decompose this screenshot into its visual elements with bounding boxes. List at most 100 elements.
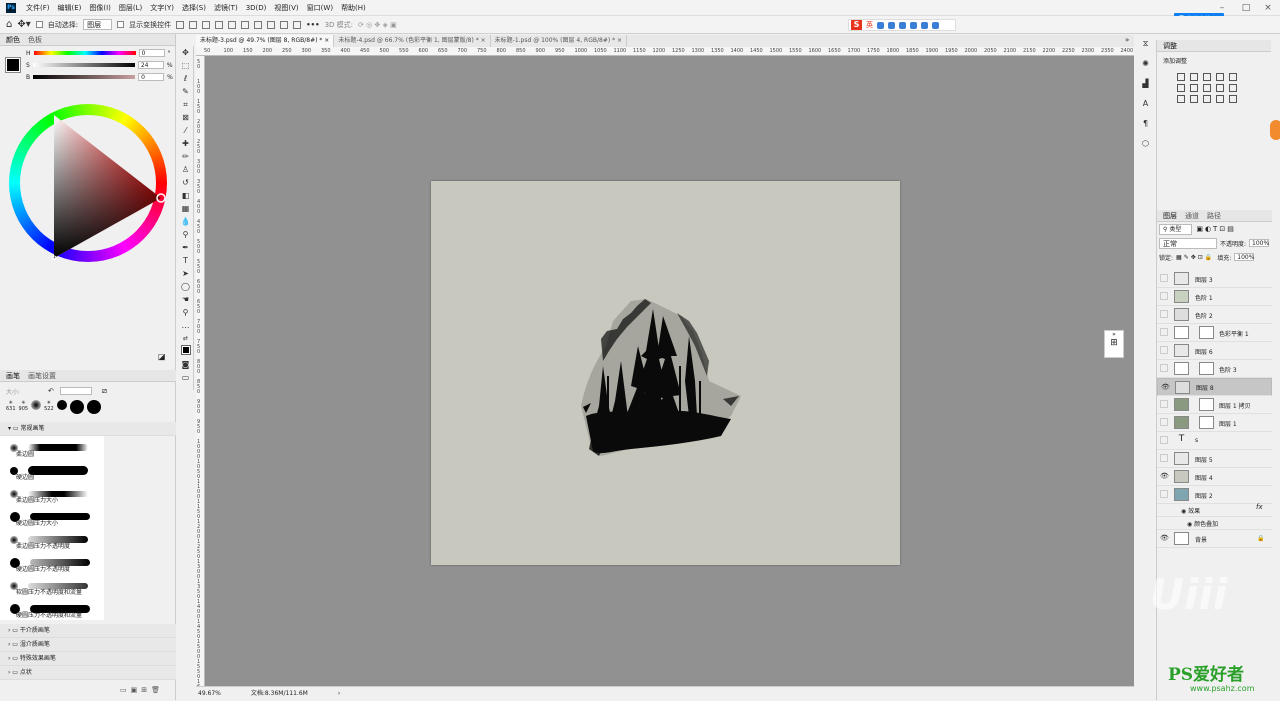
- quick-select-tool-icon[interactable]: ✎: [177, 85, 194, 98]
- photo-filter-icon[interactable]: [1216, 84, 1224, 92]
- exposure-icon[interactable]: [1216, 73, 1224, 81]
- align-left-icon[interactable]: [176, 20, 185, 29]
- layer-row[interactable]: 图层 5: [1157, 450, 1272, 468]
- navigator-icon[interactable]: ✺: [1137, 54, 1154, 74]
- visibility-box[interactable]: [1160, 436, 1168, 444]
- orange-float-button[interactable]: [1270, 120, 1280, 140]
- layer-mask-thumbnail[interactable]: [1199, 362, 1214, 375]
- maximize-icon[interactable]: □: [1236, 0, 1256, 16]
- layer-row[interactable]: 色阶 3: [1157, 360, 1272, 378]
- brush-footer-icons[interactable]: ▭▣⊞🗑: [120, 686, 164, 694]
- blur-tool-icon[interactable]: 💧: [177, 215, 194, 228]
- distribute-1-icon[interactable]: [254, 20, 263, 29]
- brush-folder-dry[interactable]: › ▭ 干介质画笔: [0, 624, 176, 638]
- menu-select[interactable]: 选择(S): [178, 3, 210, 13]
- crop-tool-icon[interactable]: ⌗: [177, 98, 194, 111]
- 3d-icon[interactable]: ⬡: [1137, 134, 1154, 154]
- color-overlay-row[interactable]: ◉ 颜色叠加: [1157, 517, 1272, 530]
- tab-swatches[interactable]: 色板: [28, 34, 42, 45]
- path-select-tool-icon[interactable]: ➤: [177, 267, 194, 280]
- eye-icon[interactable]: 👁: [1160, 534, 1169, 542]
- eye-icon[interactable]: 👁: [1161, 383, 1170, 391]
- invert-icon[interactable]: [1177, 95, 1185, 103]
- visibility-box[interactable]: [1160, 328, 1168, 336]
- menu-file[interactable]: 文件(F): [22, 3, 54, 13]
- menu-3d[interactable]: 3D(D): [242, 4, 271, 12]
- layer-row[interactable]: 图层 2: [1157, 486, 1272, 504]
- brush-item[interactable]: 硬边圆: [0, 459, 104, 482]
- visibility-box[interactable]: [1160, 454, 1168, 462]
- fill-input[interactable]: 100%: [1234, 253, 1254, 261]
- doc-tab-2[interactable]: 未标题-4.psd @ 66.7% (色彩平衡 1, 图层蒙版/8) * ×: [334, 35, 491, 47]
- visibility-box[interactable]: [1160, 400, 1168, 408]
- ime-moon-icon[interactable]: [877, 21, 884, 29]
- histogram-icon[interactable]: ▟: [1137, 74, 1154, 94]
- brightness-slider[interactable]: [33, 75, 136, 79]
- brush-tool-icon[interactable]: ✏: [177, 150, 194, 163]
- tab-layers[interactable]: 图层: [1163, 210, 1177, 221]
- brush-preset-soft[interactable]: [31, 400, 42, 410]
- healing-tool-icon[interactable]: ✚: [177, 137, 194, 150]
- show-transform-checkbox[interactable]: [117, 21, 125, 28]
- close-icon[interactable]: ×: [1258, 0, 1278, 16]
- panel-menu-icon[interactable]: ◪: [158, 352, 166, 361]
- brush-preset-631[interactable]: ✳ 631: [6, 400, 16, 412]
- ime-keyboard-icon[interactable]: [910, 21, 917, 29]
- layer-row[interactable]: 👁 图层 8: [1157, 378, 1272, 396]
- layer-row[interactable]: 图层 1: [1157, 414, 1272, 432]
- reset-icon[interactable]: ↶: [48, 387, 54, 395]
- hue-input[interactable]: 0: [138, 49, 165, 57]
- distribute-2-icon[interactable]: [267, 20, 276, 29]
- hue-slider[interactable]: [33, 51, 136, 55]
- brush-item[interactable]: 柔边圆压力大小: [0, 482, 104, 505]
- brush-preset-hard-3[interactable]: [86, 400, 101, 414]
- home-icon[interactable]: ⌂: [6, 19, 12, 30]
- history-brush-icon[interactable]: ↺: [177, 176, 194, 189]
- curves-icon[interactable]: [1203, 73, 1211, 81]
- paragraph-icon[interactable]: ¶: [1137, 114, 1154, 134]
- brush-preset-hard-1[interactable]: [56, 400, 67, 410]
- brush-preset-522[interactable]: ✳ 522: [44, 400, 54, 412]
- layer-row[interactable]: Ts: [1157, 432, 1272, 450]
- vibrance-icon[interactable]: [1229, 73, 1237, 81]
- visibility-box[interactable]: [1160, 490, 1168, 498]
- doc-tab-1[interactable]: 未标题-3.psd @ 49.7% (图层 8, RGB/8#) * ×: [196, 35, 335, 47]
- gradient-map-icon[interactable]: [1216, 95, 1224, 103]
- brush-folder-dots[interactable]: › ▭ 点状: [0, 666, 176, 680]
- brush-item[interactable]: 硬边圆压力不透明度: [0, 551, 104, 574]
- brush-item[interactable]: 柔边圆: [0, 436, 104, 459]
- menu-edit[interactable]: 编辑(E): [54, 3, 86, 13]
- status-arrow-icon[interactable]: ›: [338, 687, 340, 700]
- layer-row-background[interactable]: 👁 背景 🔒: [1157, 530, 1272, 548]
- color-balance-icon[interactable]: [1190, 84, 1198, 92]
- properties-icon[interactable]: ⊞: [1105, 338, 1123, 348]
- menu-type[interactable]: 文字(Y): [146, 3, 178, 13]
- filter-icons[interactable]: ▣◐T⊡▤: [1196, 225, 1235, 233]
- blend-mode-select[interactable]: 正常: [1159, 237, 1217, 249]
- visibility-box[interactable]: [1160, 364, 1168, 372]
- auto-select-checkbox[interactable]: [35, 21, 43, 28]
- channel-mixer-icon[interactable]: [1229, 84, 1237, 92]
- selective-color-icon[interactable]: [1229, 95, 1237, 103]
- saturation-input[interactable]: 24: [137, 61, 164, 69]
- close-tab-icon[interactable]: ×: [481, 37, 486, 44]
- layer-row[interactable]: 图层 1 拷贝: [1157, 396, 1272, 414]
- brush-folder-special[interactable]: › ▭ 特殊效果画笔: [0, 652, 176, 666]
- stamp-tool-icon[interactable]: ♙: [177, 163, 194, 176]
- layer-row[interactable]: 图层 3: [1157, 270, 1272, 288]
- threshold-icon[interactable]: [1203, 95, 1211, 103]
- menu-help[interactable]: 帮助(H): [337, 3, 370, 13]
- close-tab-icon[interactable]: ×: [324, 37, 329, 44]
- ime-punct-icon[interactable]: [888, 21, 895, 29]
- align-right-icon[interactable]: [202, 20, 211, 29]
- menu-window[interactable]: 窗口(W): [303, 3, 337, 13]
- more-options-icon[interactable]: •••: [306, 21, 319, 29]
- ime-tool-icon[interactable]: [932, 21, 939, 29]
- distribute-4-icon[interactable]: [293, 20, 302, 29]
- menu-image[interactable]: 图像(I): [85, 3, 115, 13]
- swap-colors-icon[interactable]: ⇄: [177, 332, 194, 345]
- layer-row[interactable]: 色阶 2: [1157, 306, 1272, 324]
- brush-new-icon[interactable]: ⧄: [102, 386, 107, 396]
- ime-mic-icon[interactable]: [899, 21, 906, 29]
- lock-icons[interactable]: ▦✎✥⊡🔒: [1176, 254, 1214, 261]
